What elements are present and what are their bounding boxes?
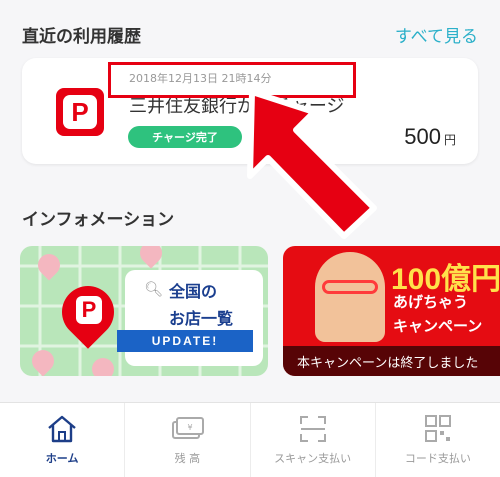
info-title: インフォメーション	[22, 209, 175, 230]
nav-scan[interactable]: スキャン支払い	[251, 403, 376, 477]
banner-line2: お店一覧	[169, 309, 234, 328]
banner-text: 全国の お店一覧	[169, 278, 233, 332]
paypay-logo: P	[56, 88, 104, 136]
amount-currency: 円	[443, 133, 456, 147]
store-list-banner[interactable]: P 🔍︎ 全国の お店一覧 UPDATE!	[20, 246, 268, 376]
transaction-amount: 500 円	[404, 124, 456, 150]
status-badge: チャージ完了	[128, 126, 242, 148]
arrow-annotation	[247, 89, 377, 239]
promo-line2: キャンペーン	[393, 317, 483, 335]
nav-scan-label: スキャン支払い	[274, 452, 352, 465]
nav-code-label: コード支払い	[404, 452, 471, 465]
promo-line1: あげちゃう	[393, 293, 469, 311]
balance-icon: ¥	[172, 417, 205, 439]
scan-icon	[299, 416, 326, 442]
history-header: 直近の利用履歴 すべて見る	[22, 20, 478, 48]
banner-line1: 全国の	[169, 282, 218, 301]
amount-value: 500	[404, 124, 441, 149]
paypay-logo: P	[76, 296, 102, 324]
promo-person-image	[315, 252, 385, 342]
see-all-link[interactable]: すべて見る	[395, 22, 478, 47]
promo-subtext: あげちゃう キャンペーン	[393, 290, 482, 338]
bottom-nav: ホーム ¥ 残 高 スキャン支払い コード支払い	[0, 402, 500, 477]
home-icon	[48, 415, 76, 443]
nav-balance[interactable]: ¥ 残 高	[125, 403, 251, 477]
nav-balance-label: 残 高	[174, 452, 201, 465]
nav-home-label: ホーム	[45, 452, 79, 465]
svg-text:¥: ¥	[188, 423, 193, 432]
campaign-banner[interactable]: 100億円 あげちゃう キャンペーン 本キャンペーンは終了しました	[283, 246, 500, 376]
search-icon: 🔍︎	[144, 280, 164, 298]
glasses-shape	[322, 280, 378, 294]
nav-home[interactable]: ホーム	[0, 403, 126, 477]
history-title: 直近の利用履歴	[22, 26, 141, 47]
qr-code-icon	[424, 415, 451, 442]
update-tag: UPDATE!	[117, 330, 253, 352]
campaign-ended-notice: 本キャンペーンは終了しました	[283, 346, 500, 376]
nav-code[interactable]: コード支払い	[376, 403, 500, 477]
